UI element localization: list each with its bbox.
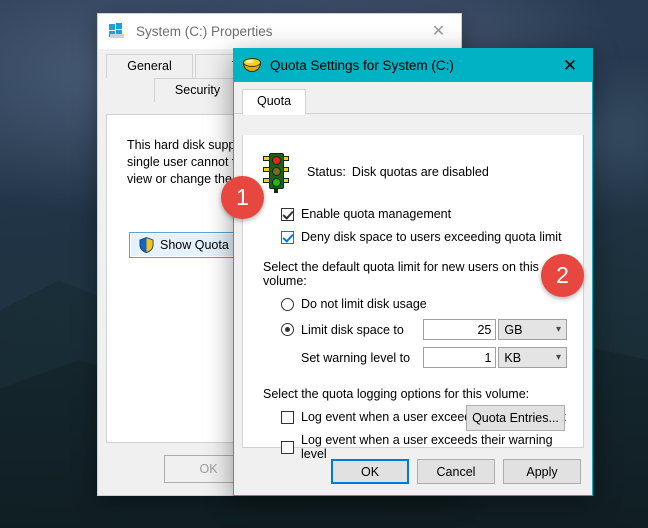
dialog-titlebar: Quota Settings for System (C:) ✕ bbox=[234, 49, 592, 82]
quota-status-label: Status: bbox=[307, 165, 346, 179]
limit-unit-select[interactable]: GB ▾ bbox=[498, 319, 568, 340]
quota-entries-wrap: Quota Entries... bbox=[466, 405, 565, 431]
do-not-limit-row[interactable]: Do not limit disk usage bbox=[281, 297, 567, 311]
dialog-close-button[interactable]: ✕ bbox=[548, 49, 592, 82]
limit-unit-value: GB bbox=[504, 322, 523, 337]
callout-badge-1: 1 bbox=[221, 176, 264, 219]
cancel-button[interactable]: Cancel bbox=[417, 459, 495, 484]
callout-badge-2: 2 bbox=[541, 254, 584, 297]
enable-quota-management-checkbox[interactable] bbox=[281, 207, 294, 221]
deny-disk-space-label: Deny disk space to users exceeding quota… bbox=[301, 230, 562, 244]
warning-unit-value: KB bbox=[504, 350, 522, 365]
log-warning-level-row[interactable]: Log event when a user exceeds their warn… bbox=[281, 433, 567, 461]
chevron-down-icon: ▾ bbox=[555, 324, 562, 335]
show-quota-settings-button[interactable]: Show Quota bbox=[129, 232, 242, 258]
traffic-light-icon bbox=[263, 153, 289, 193]
logging-heading: Select the quota logging options for thi… bbox=[263, 387, 530, 401]
dialog-button-row: OK Cancel Apply bbox=[331, 459, 581, 484]
quota-entries-button[interactable]: Quota Entries... bbox=[466, 405, 565, 431]
limit-value-input[interactable]: 25 bbox=[423, 319, 497, 340]
dialog-tabstrip: Quota bbox=[234, 82, 592, 115]
quota-settings-dialog[interactable]: Quota Settings for System (C:) ✕ Quota S… bbox=[233, 48, 593, 496]
warning-value-input[interactable]: 1 bbox=[423, 347, 497, 368]
properties-titlebar: System (C:) Properties ✕ bbox=[98, 14, 461, 49]
shield-icon bbox=[139, 237, 154, 254]
tab-general[interactable]: General bbox=[106, 54, 193, 78]
tab-quota[interactable]: Quota bbox=[242, 89, 307, 115]
do-not-limit-label: Do not limit disk usage bbox=[301, 297, 427, 311]
log-quota-limit-checkbox[interactable] bbox=[281, 410, 294, 424]
quota-tab-page: Status: Disk quotas are disabled Enable q… bbox=[242, 135, 584, 461]
apply-button[interactable]: Apply bbox=[503, 459, 581, 484]
quota-status-row: Status: Disk quotas are disabled bbox=[263, 153, 567, 193]
tab-security[interactable]: Security bbox=[154, 78, 241, 102]
quota-status-text: Status: Disk quotas are disabled bbox=[307, 165, 489, 179]
ok-button[interactable]: OK bbox=[331, 459, 409, 484]
log-warning-level-label: Log event when a user exceeds their warn… bbox=[301, 433, 553, 461]
warning-level-row[interactable]: Set warning level to 1 KB ▾ bbox=[301, 347, 568, 368]
warning-unit-select[interactable]: KB ▾ bbox=[498, 347, 568, 368]
do-not-limit-radio[interactable] bbox=[281, 297, 294, 311]
enable-quota-management-row[interactable]: Enable quota management bbox=[281, 207, 567, 221]
chevron-down-icon: ▾ bbox=[555, 352, 562, 363]
properties-window-title: System (C:) Properties bbox=[136, 24, 273, 39]
warning-level-label: Set warning level to bbox=[301, 350, 411, 365]
log-warning-level-checkbox[interactable] bbox=[281, 440, 294, 454]
limit-disk-space-row[interactable]: Limit disk space to 25 GB ▾ bbox=[281, 319, 568, 340]
show-quota-settings-label: Show Quota bbox=[160, 238, 229, 252]
properties-close-button[interactable]: ✕ bbox=[416, 14, 461, 46]
deny-disk-space-checkbox[interactable] bbox=[281, 230, 294, 244]
drive-icon bbox=[109, 23, 126, 40]
default-limit-heading: Select the default quota limit for new u… bbox=[263, 260, 539, 288]
enable-quota-management-label: Enable quota management bbox=[301, 207, 452, 221]
deny-disk-space-row[interactable]: Deny disk space to users exceeding quota… bbox=[281, 230, 567, 244]
dialog-title: Quota Settings for System (C:) bbox=[270, 58, 454, 73]
limit-disk-space-label: Limit disk space to bbox=[301, 322, 404, 337]
quota-status-value: Disk quotas are disabled bbox=[351, 165, 489, 179]
disk-quota-icon bbox=[243, 58, 261, 73]
limit-disk-space-radio[interactable] bbox=[281, 323, 294, 336]
